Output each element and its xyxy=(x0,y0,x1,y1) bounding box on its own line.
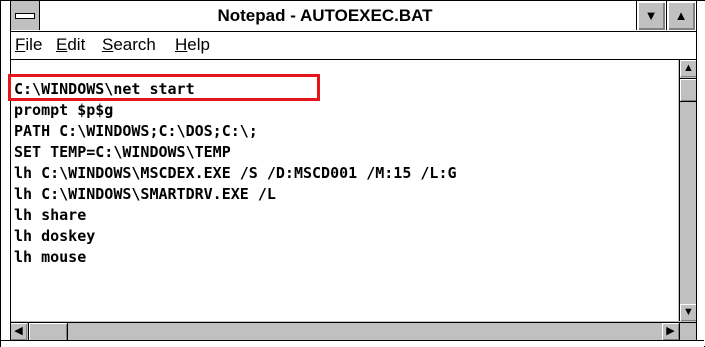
scroll-right-button[interactable]: ▶ xyxy=(662,323,679,340)
scroll-left-button[interactable]: ◀ xyxy=(10,323,27,340)
menu-file[interactable]: File xyxy=(15,35,42,55)
system-menu-icon[interactable] xyxy=(10,1,40,30)
menu-help[interactable]: Help xyxy=(175,35,210,55)
minimize-button[interactable]: ▼ xyxy=(636,1,665,30)
scrollbar-corner xyxy=(679,322,697,341)
window-border-right xyxy=(696,1,705,346)
notepad-window: Notepad - AUTOEXEC.BAT ▼ ▲ File Edit Sea… xyxy=(0,0,705,347)
menu-search[interactable]: Search xyxy=(102,35,156,55)
text-line: lh C:\WINDOWS\MSCDEX.EXE /S /D:MSCD001 /… xyxy=(14,164,457,182)
window-title: Notepad - AUTOEXEC.BAT xyxy=(217,6,433,25)
text-line: PATH C:\WINDOWS;C:\DOS;C:\; xyxy=(14,122,258,140)
text-line: lh C:\WINDOWS\SMARTDRV.EXE /L xyxy=(14,185,276,203)
menu-bar: File Edit Search Help xyxy=(10,32,696,60)
window-border-left xyxy=(1,1,11,346)
scroll-up-button[interactable]: ▲ xyxy=(680,60,697,77)
title-bar[interactable]: Notepad - AUTOEXEC.BAT ▼ ▲ xyxy=(10,1,696,32)
text-line: prompt $p$g xyxy=(14,101,114,119)
menu-edit[interactable]: Edit xyxy=(56,35,85,55)
horizontal-scroll-thumb[interactable] xyxy=(28,323,68,341)
window-border-bottom xyxy=(1,340,704,347)
text-line: lh mouse xyxy=(14,248,87,266)
text-line: lh share xyxy=(14,206,87,224)
horizontal-scrollbar[interactable]: ◀ ▶ xyxy=(10,322,679,341)
vertical-scroll-thumb[interactable] xyxy=(680,78,697,102)
maximize-button[interactable]: ▲ xyxy=(666,1,695,30)
text-line: SET TEMP=C:\WINDOWS\TEMP xyxy=(14,143,231,161)
highlight-box xyxy=(8,74,320,101)
vertical-scrollbar[interactable]: ▲ ▼ xyxy=(679,60,697,321)
scroll-down-button[interactable]: ▼ xyxy=(680,304,697,321)
text-line: lh doskey xyxy=(14,227,96,245)
